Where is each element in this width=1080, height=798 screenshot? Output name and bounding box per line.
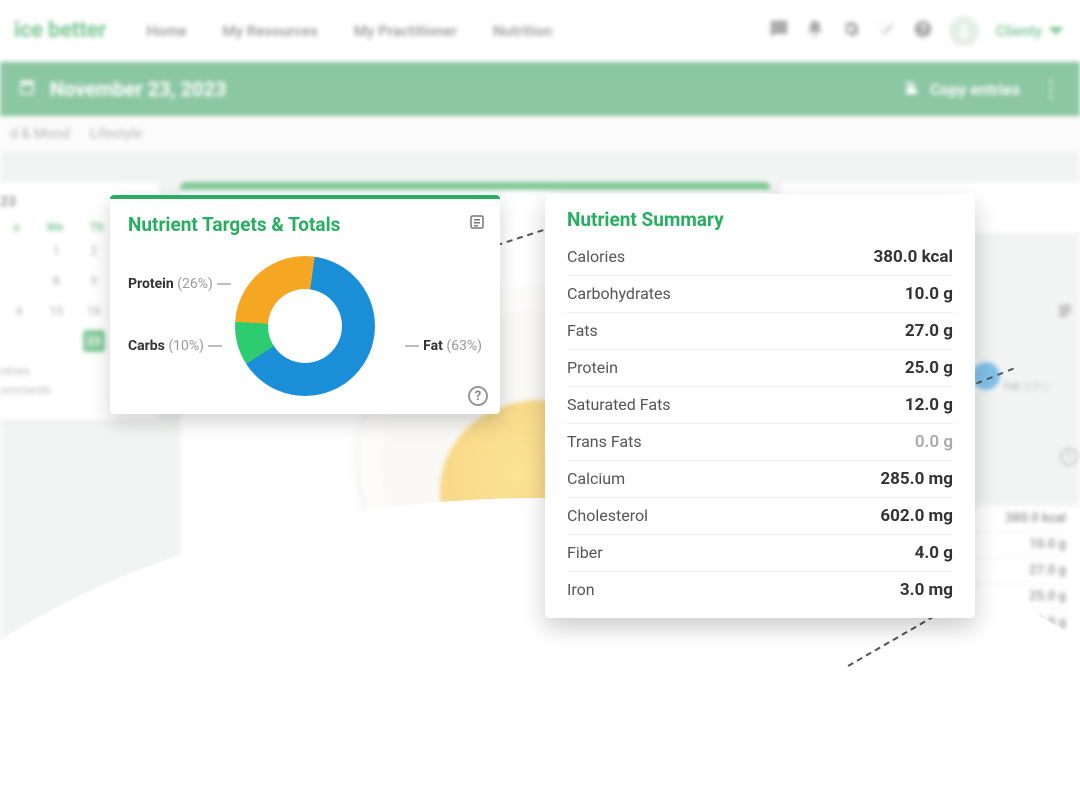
nav-my-resources[interactable]: My Resources <box>223 22 318 40</box>
notes-icon[interactable] <box>1056 302 1074 324</box>
avatar[interactable] <box>949 16 979 46</box>
calendar-cell <box>8 270 30 292</box>
summary-row: Trans Fats 0.0 g <box>567 424 953 461</box>
nutrient-targets-card: Nutrient Targets & Totals Protein (26%) … <box>110 195 500 414</box>
summary-row: Protein 25.0 g <box>567 350 953 387</box>
chat-icon[interactable] <box>769 19 789 43</box>
summary-row: Cholesterol 602.0 mg <box>567 498 953 535</box>
fat-label: Fat (63%) <box>401 338 482 354</box>
topbar: ice better Home My Resources My Practiti… <box>0 0 1080 62</box>
bg-fat-label: Fat (63%) <box>1004 380 1050 393</box>
tab-mood[interactable]: d & Mood <box>10 126 70 142</box>
brand-logo: ice better <box>14 18 106 43</box>
nav-my-practitioner[interactable]: My Practitioner <box>354 22 457 40</box>
main-nav: Home My Resources My Practitioner Nutrit… <box>146 22 552 40</box>
summary-value: 25.0 g <box>905 358 953 378</box>
selected-date[interactable]: November 23, 2023 <box>50 77 226 101</box>
carbs-label: Carbs (10%) <box>128 338 226 354</box>
nutrient-summary-card: Nutrient Summary Calories 380.0 kcal Carbo… <box>545 194 975 618</box>
summary-row: Fats 27.0 g <box>567 313 953 350</box>
calendar-cell[interactable]: 15 <box>45 300 67 322</box>
help-icon[interactable]: ? <box>468 386 488 406</box>
protein-label: Protein (26%) <box>128 276 235 292</box>
summary-label: Cholesterol <box>567 506 648 525</box>
nutrient-summary-title: Nutrient Summary <box>567 208 953 231</box>
cal-day-head: Th <box>90 220 104 234</box>
calendar-cell[interactable]: 9 <box>83 270 105 292</box>
calendar-cell[interactable]: 8 <box>45 270 67 292</box>
gear-icon[interactable] <box>841 19 861 43</box>
date-bar: November 23, 2023 Copy entries ⋮ <box>0 62 1080 116</box>
summary-value: 380.0 kcal <box>873 247 953 267</box>
calendar-cell[interactable]: 1 <box>45 240 67 262</box>
summary-value: 3.0 mg <box>900 580 953 600</box>
bg-help-icon[interactable]: ? <box>1060 448 1078 466</box>
summary-label: Protein <box>567 358 618 377</box>
summary-value: 0.0 g <box>915 432 953 452</box>
copy-entries-button[interactable]: Copy entries <box>902 80 1020 99</box>
calendar-cell <box>8 330 30 352</box>
summary-value: 27.0 g <box>905 321 953 341</box>
summary-value: 4.0 g <box>915 543 953 563</box>
macro-donut-chart <box>235 256 375 396</box>
calendar-cell[interactable]: 23 <box>83 330 105 352</box>
bell-icon[interactable] <box>805 19 825 43</box>
summary-label: Calcium <box>567 469 625 488</box>
nutrient-targets-title: Nutrient Targets & Totals <box>128 213 482 236</box>
summary-row: Carbohydrates 10.0 g <box>567 276 953 313</box>
client-dropdown[interactable]: Clienty <box>995 21 1066 41</box>
cal-day-head: u <box>13 220 20 234</box>
calendar-cell[interactable]: 2 <box>83 240 105 262</box>
summary-value: 12.0 g <box>905 395 953 415</box>
more-menu-icon[interactable]: ⋮ <box>1040 77 1062 102</box>
summary-row: Calories 380.0 kcal <box>567 239 953 276</box>
nav-nutrition[interactable]: Nutrition <box>493 22 552 40</box>
summary-label: Carbohydrates <box>567 284 671 303</box>
calendar-cell <box>8 240 30 262</box>
cal-day-head: We <box>46 220 63 234</box>
summary-row: Iron 3.0 mg <box>567 572 953 608</box>
summary-label: Saturated Fats <box>567 395 671 414</box>
tab-lifestyle[interactable]: Lifestyle <box>90 126 142 142</box>
summary-label: Trans Fats <box>567 432 642 451</box>
summary-row: Saturated Fats 12.0 g <box>567 387 953 424</box>
wand-icon[interactable] <box>877 19 897 43</box>
calendar-icon[interactable] <box>18 77 36 101</box>
summary-label: Iron <box>567 580 595 599</box>
sub-tabs: d & Mood Lifestyle <box>0 116 1080 152</box>
summary-row: Fiber 4.0 g <box>567 535 953 572</box>
nav-home[interactable]: Home <box>146 22 186 40</box>
calendar-cell[interactable]: 4 <box>8 300 30 322</box>
summary-label: Fats <box>567 321 598 340</box>
summary-value: 285.0 mg <box>880 469 953 489</box>
calendar-cell <box>45 330 67 352</box>
summary-label: Fiber <box>567 543 603 562</box>
summary-row: Calcium 285.0 mg <box>567 461 953 498</box>
notes-icon[interactable] <box>468 213 486 235</box>
calendar-cell[interactable]: 16 <box>83 300 105 322</box>
summary-value: 10.0 g <box>905 284 953 304</box>
help-icon[interactable] <box>913 19 933 43</box>
summary-label: Calories <box>567 247 625 266</box>
summary-value: 602.0 mg <box>880 506 953 526</box>
